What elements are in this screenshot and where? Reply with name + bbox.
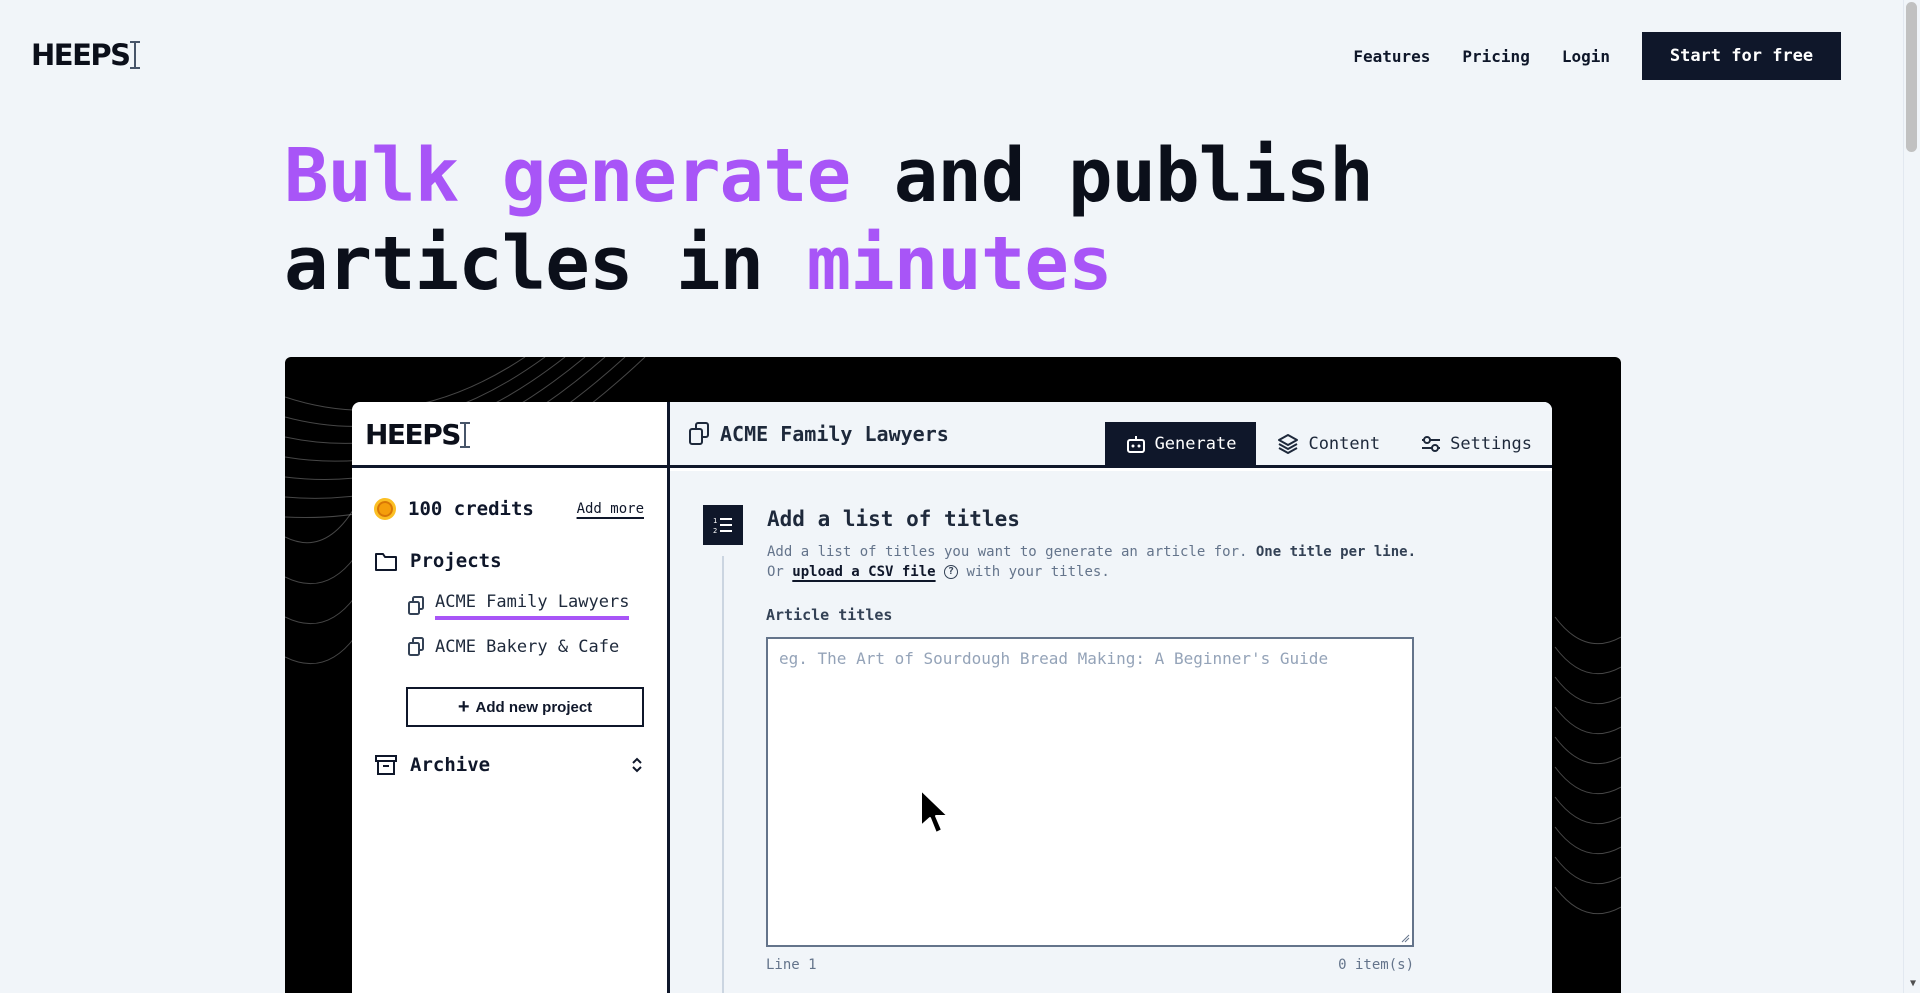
projects-label: Projects <box>410 550 502 572</box>
add-project-label: Add new project <box>475 698 593 716</box>
nav-login-link[interactable]: Login <box>1562 47 1610 66</box>
credits-row: 100 credits Add more <box>374 498 644 520</box>
step-title: Add a list of titles <box>767 507 1020 531</box>
brand-logo-text: HEEPS <box>31 38 131 72</box>
page-scrollbar[interactable]: ▼ <box>1903 0 1920 993</box>
hero-words-and-publish: and publish <box>893 133 1374 219</box>
documents-icon <box>408 637 424 656</box>
project-label: ACME Bakery & Cafe <box>435 637 620 657</box>
tab-content[interactable]: Content <box>1256 422 1400 465</box>
project-label: ACME Family Lawyers <box>435 592 630 620</box>
top-nav: Features Pricing Login Start for free <box>1353 32 1873 80</box>
hero-word-minutes: minutes <box>806 221 1113 307</box>
resize-handle-icon[interactable] <box>1400 933 1410 943</box>
tab-settings[interactable]: Settings <box>1400 422 1552 465</box>
sliders-icon <box>1422 435 1441 452</box>
list-icon: 1 2 <box>703 505 743 545</box>
robot-icon <box>1126 435 1145 453</box>
project-header: ACME Family Lawyers Generate Content Set… <box>670 402 1552 468</box>
item-count: 0 item(s) <box>1338 957 1414 973</box>
nav-features-link[interactable]: Features <box>1353 47 1430 66</box>
product-showcase: HEEPS 100 credits Add more Projects ACME… <box>285 357 1621 993</box>
upload-csv-link[interactable]: upload a CSV file <box>792 564 935 580</box>
documents-icon <box>689 422 709 445</box>
desc-end: with your titles. <box>966 564 1110 580</box>
projects-heading[interactable]: Projects <box>374 550 502 572</box>
app-window: HEEPS 100 credits Add more Projects ACME… <box>352 402 1552 993</box>
hero-heading: Bulk generate and publish articles in mi… <box>284 132 1484 308</box>
folder-icon <box>375 553 397 571</box>
project-title-text: ACME Family Lawyers <box>720 422 949 446</box>
start-free-button[interactable]: Start for free <box>1642 32 1841 80</box>
add-more-credits-link[interactable]: Add more <box>577 501 644 517</box>
line-count: Line 1 <box>766 957 817 973</box>
tab-label: Generate <box>1154 433 1237 454</box>
step-connector <box>722 556 724 993</box>
sidebar-header: HEEPS <box>352 402 667 468</box>
app-logo-text: HEEPS <box>365 418 461 451</box>
hero-word-bulk: Bulk <box>284 133 459 219</box>
desc-text: Add a list of titles you want to generat… <box>767 544 1248 560</box>
article-titles-label: Article titles <box>766 606 893 624</box>
sidebar-project-acme-bakery-cafe[interactable]: ACME Bakery & Cafe <box>407 637 619 657</box>
project-tabs: Generate Content Settings <box>1104 422 1552 465</box>
svg-text:1: 1 <box>713 517 717 525</box>
nav-pricing-link[interactable]: Pricing <box>1462 47 1529 66</box>
help-icon[interactable]: ? <box>944 565 959 579</box>
brand-logo[interactable]: HEEPS <box>31 38 140 72</box>
archive-label: Archive <box>410 754 491 776</box>
app-logo[interactable]: HEEPS <box>365 418 470 451</box>
coin-icon <box>374 498 396 520</box>
article-titles-input[interactable] <box>766 637 1414 947</box>
tab-generate[interactable]: Generate <box>1104 422 1257 465</box>
mouse-pointer-icon <box>920 789 949 834</box>
documents-icon <box>408 596 424 615</box>
scroll-down-arrow-icon[interactable]: ▼ <box>1910 978 1916 989</box>
plus-icon: + <box>457 695 470 718</box>
sidebar-project-acme-family-lawyers[interactable]: ACME Family Lawyers <box>407 592 630 620</box>
app-main: ACME Family Lawyers Generate Content Set… <box>670 402 1552 993</box>
tab-label: Settings <box>1450 433 1532 454</box>
archive-box-icon <box>375 755 397 775</box>
svg-text:2: 2 <box>713 527 717 535</box>
project-title: ACME Family Lawyers <box>688 422 949 446</box>
text-cursor-icon <box>459 421 470 448</box>
app-sidebar: HEEPS 100 credits Add more Projects ACME… <box>352 402 667 993</box>
scrollbar-thumb[interactable] <box>1906 2 1917 152</box>
add-new-project-button[interactable]: + Add new project <box>406 687 644 727</box>
chevron-up-down-icon <box>632 757 642 773</box>
layers-icon <box>1278 433 1299 454</box>
text-cursor-icon <box>129 41 140 69</box>
archive-section-toggle[interactable]: Archive <box>374 754 644 776</box>
generate-panel: 1 2 Add a list of titles Add a list of t… <box>670 471 1552 993</box>
hero-words-articles-in: articles in <box>284 221 764 307</box>
credits-count: 100 credits <box>408 498 534 520</box>
tab-label: Content <box>1308 433 1381 454</box>
step-description: Add a list of titles you want to generat… <box>767 542 1417 582</box>
desc-or: Or <box>767 564 784 580</box>
hero-word-generate: generate <box>501 133 851 219</box>
desc-bold-text: One title per line. <box>1255 544 1417 560</box>
